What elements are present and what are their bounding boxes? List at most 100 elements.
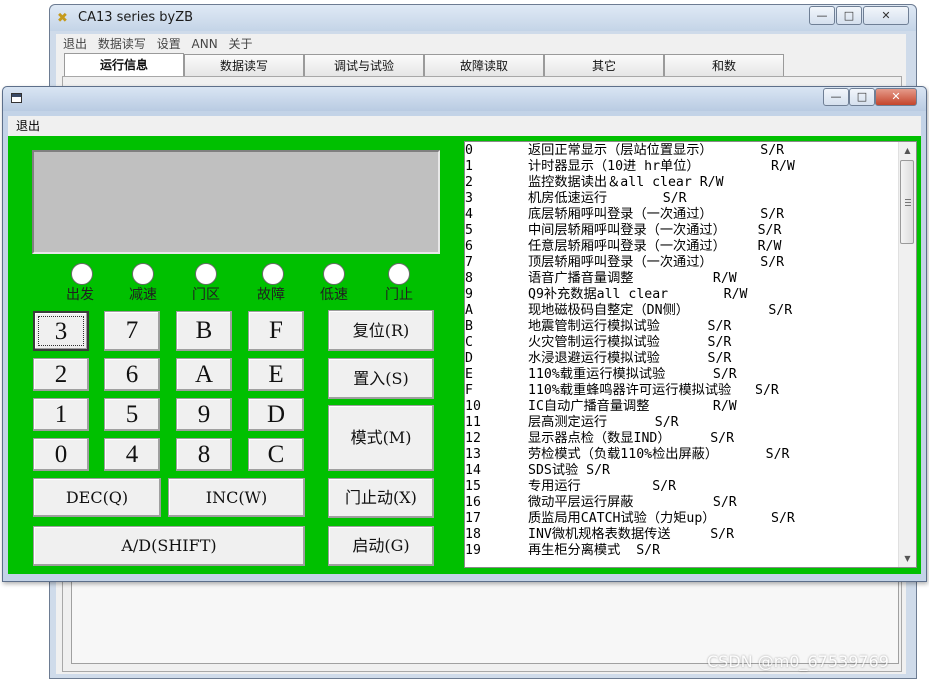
function-code-list[interactable]: 0 返回正常显示（层站位置显示） S/R 1 计时器显示（10进 hr单位） R/W 2… (464, 141, 917, 568)
key-d[interactable]: D (248, 398, 304, 431)
function-code: 11 (465, 415, 481, 430)
key-6[interactable]: 6 (104, 358, 160, 391)
function-description: 再生柜分离模式 S/R (528, 543, 661, 558)
main-close-button[interactable]: ✕ (863, 6, 909, 25)
keypad-window: — □ ✕ 退出 出发 减速 门区 故障 低速 门止 3 7 B F 2 6 A… (2, 86, 927, 582)
grip-line (905, 205, 911, 206)
function-description: 底层轿厢呼叫登录（一次通过） S/R (528, 207, 785, 222)
led-label-low-speed: 低速 (320, 287, 348, 303)
scroll-down-arrow-icon[interactable]: ▼ (899, 550, 916, 567)
keypad-menubar: 退出 (8, 116, 921, 136)
key-8[interactable]: 8 (176, 438, 232, 471)
function-description: 监控数据读出＆all clear R/W (528, 175, 724, 190)
function-description: 顶层轿厢呼叫登录（一次通过） S/R (528, 255, 785, 270)
led-fault (262, 263, 284, 285)
key-a[interactable]: A (176, 358, 232, 391)
function-code: 16 (465, 495, 481, 510)
key-1[interactable]: 1 (33, 398, 89, 431)
function-description: 中间层轿厢呼叫登录（一次通过） S/R (528, 223, 782, 238)
function-description: 地震管制运行模拟试验 S/R (528, 319, 732, 334)
led-low-speed (323, 263, 345, 285)
tab-hesu[interactable]: 和数 (664, 54, 784, 76)
key-2[interactable]: 2 (33, 358, 89, 391)
main-title-bar[interactable]: ✖ CA13 series byZB — □ ✕ (50, 5, 916, 31)
menu-exit[interactable]: 退出 (63, 34, 87, 54)
function-description: 水浸退避运行模拟试验 S/R (528, 351, 732, 366)
grip-line (905, 199, 911, 200)
function-code: 5 (465, 223, 473, 238)
vertical-scrollbar[interactable]: ▲ ▼ (898, 142, 916, 567)
tab-fault-read[interactable]: 故障读取 (424, 54, 544, 76)
function-code: 15 (465, 479, 481, 494)
keypad-minimize-button[interactable]: — (823, 88, 849, 106)
function-description: 专用运行 S/R (528, 479, 677, 494)
inc-button[interactable]: INC(W) (168, 478, 305, 517)
function-code: C (465, 335, 473, 350)
keypad-title-bar[interactable]: — □ ✕ (3, 87, 926, 111)
function-code: E (465, 367, 473, 382)
function-code: 13 (465, 447, 481, 462)
function-code: A (465, 303, 473, 318)
ad-shift-button[interactable]: A/D(SHIFT) (33, 526, 305, 566)
keypad-menu-exit[interactable]: 退出 (16, 116, 40, 136)
dec-button[interactable]: DEC(Q) (33, 478, 161, 517)
key-b[interactable]: B (176, 311, 232, 351)
led-label-fault: 故障 (257, 287, 285, 303)
function-code: 4 (465, 207, 473, 222)
key-5[interactable]: 5 (104, 398, 160, 431)
start-button[interactable]: 启动(G) (328, 526, 434, 566)
menu-ann[interactable]: ANN (192, 34, 218, 54)
function-description: INV微机规格表数据传送 S/R (528, 527, 735, 542)
key-4[interactable]: 4 (104, 438, 160, 471)
function-description: IC自动广播音量调整 R/W (528, 399, 737, 414)
mode-button[interactable]: 模式(M) (328, 405, 434, 471)
main-minimize-button[interactable]: — (809, 6, 835, 25)
key-e[interactable]: E (248, 358, 304, 391)
window-icon (11, 93, 22, 103)
scroll-thumb[interactable] (900, 160, 914, 244)
tab-other[interactable]: 其它 (544, 54, 664, 76)
menu-settings[interactable]: 设置 (157, 34, 181, 54)
led-decelerate (132, 263, 154, 285)
keypad-panel: 出发 减速 门区 故障 低速 门止 3 7 B F 2 6 A E 1 5 9 … (8, 136, 921, 574)
function-description: 显示器点检（数显IND） S/R (528, 431, 735, 446)
key-3[interactable]: 3 (33, 311, 89, 351)
reset-button[interactable]: 复位(R) (328, 310, 434, 351)
function-description: 机房低速运行 S/R (528, 191, 687, 206)
function-code: 2 (465, 175, 473, 190)
tab-data-rw[interactable]: 数据读写 (184, 54, 304, 76)
function-code: 0 (465, 143, 473, 158)
key-7[interactable]: 7 (104, 311, 160, 351)
function-code: 18 (465, 527, 481, 542)
tab-debug-test[interactable]: 调试与试验 (304, 54, 424, 76)
set-button[interactable]: 置入(S) (328, 358, 434, 399)
function-description: 质监局用CATCH试验（力矩up） S/R (528, 511, 795, 526)
led-door-zone (195, 263, 217, 285)
keypad-maximize-button[interactable]: □ (849, 88, 875, 106)
main-maximize-button[interactable]: □ (836, 6, 862, 25)
menu-about[interactable]: 关于 (229, 34, 253, 54)
led-label-door-zone: 门区 (192, 287, 220, 303)
led-label-depart: 出发 (66, 287, 94, 303)
function-description: 劳检模式（负载110%检出屏蔽） S/R (528, 447, 790, 462)
key-9[interactable]: 9 (176, 398, 232, 431)
function-description: 火灾管制运行模拟试验 S/R (528, 335, 732, 350)
key-0[interactable]: 0 (33, 438, 89, 471)
function-description: 110%载重蜂鸣器许可运行模拟试验 S/R (528, 383, 779, 398)
function-description: 现地磁极码自整定（DN侧） S/R (528, 303, 793, 318)
function-code: 19 (465, 543, 481, 558)
keypad-close-button[interactable]: ✕ (875, 88, 917, 106)
key-c[interactable]: C (248, 438, 304, 471)
function-description: 返回正常显示（层站位置显示） S/R (528, 143, 785, 158)
function-code: 1 (465, 159, 473, 174)
key-f[interactable]: F (248, 311, 304, 351)
door-stop-button[interactable]: 门止动(X) (328, 478, 434, 518)
scroll-up-arrow-icon[interactable]: ▲ (899, 142, 916, 159)
tab-run-info[interactable]: 运行信息 (64, 53, 184, 77)
grip-line (905, 202, 911, 203)
led-door-stop (388, 263, 410, 285)
led-depart (71, 263, 93, 285)
function-description: SDS试验 S/R (528, 463, 610, 478)
main-menubar: 退出 数据读写 设置 ANN 关于 (56, 34, 906, 54)
menu-data-rw[interactable]: 数据读写 (98, 34, 146, 54)
